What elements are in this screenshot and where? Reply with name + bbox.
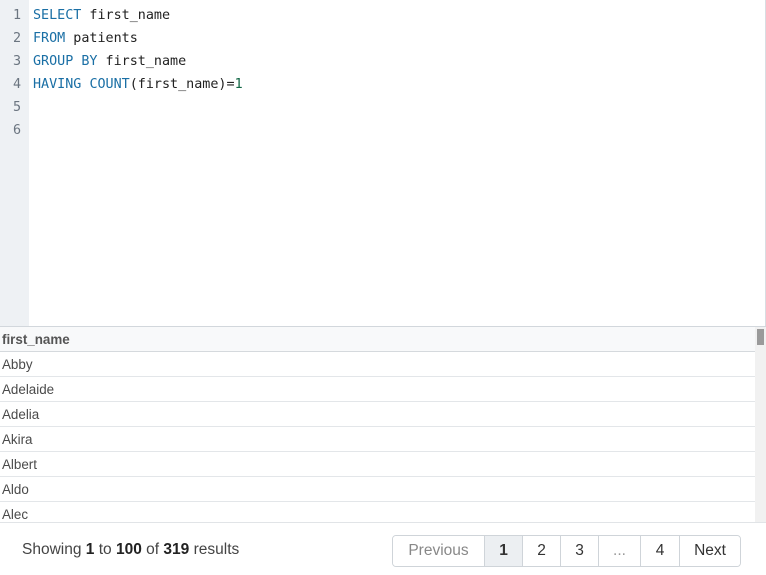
code-line[interactable]: 1 SELECT first_name: [0, 4, 766, 27]
code-line[interactable]: 6: [0, 119, 766, 142]
sql-keyword: COUNT: [89, 77, 130, 92]
results-panel: first_name Abby Adelaide Adelia Akira Al…: [0, 326, 766, 522]
sql-identifier: first_name: [81, 8, 171, 23]
summary-of-word: of: [146, 541, 160, 558]
table-row: Adelaide: [0, 377, 755, 402]
code-text[interactable]: SELECT first_name: [33, 4, 170, 27]
sql-editor[interactable]: 1 SELECT first_name 2 FROM patients 3 GROUP B…: [0, 0, 766, 326]
line-number: 5: [12, 100, 21, 115]
table-row: Akira: [0, 427, 755, 452]
code-line[interactable]: 4 HAVING COUNT(first_name)=1: [0, 73, 766, 96]
scrollbar-thumb[interactable]: [757, 329, 764, 345]
sql-keyword: FROM: [33, 31, 66, 46]
line-number: 6: [12, 123, 21, 138]
summary-to-word: to: [98, 541, 112, 558]
summary-to: 100: [115, 541, 142, 558]
code-line[interactable]: 2 FROM patients: [0, 27, 766, 50]
page-2-button[interactable]: 2: [522, 536, 560, 566]
page-1-button[interactable]: 1: [484, 536, 522, 566]
results-table: first_name Abby Adelaide Adelia Akira Al…: [0, 327, 755, 522]
code-line[interactable]: 3 GROUP BY first_name: [0, 50, 766, 73]
line-number: 2: [12, 31, 21, 46]
column-header-first-name[interactable]: first_name: [0, 327, 755, 352]
page-3-button[interactable]: 3: [560, 536, 598, 566]
sql-identifier: (first_name)=: [129, 77, 235, 92]
next-button[interactable]: Next: [679, 536, 740, 566]
code-text[interactable]: FROM patients: [33, 27, 138, 50]
summary-results-word: results: [193, 541, 240, 558]
previous-button[interactable]: Previous: [393, 536, 484, 566]
line-number: 1: [12, 8, 21, 23]
code-text[interactable]: GROUP BY first_name: [33, 50, 186, 73]
summary-from: 1: [85, 541, 95, 558]
table-row: Adelia: [0, 402, 755, 427]
results-summary: Showing 1 to 100 of 319 results: [22, 541, 239, 559]
pagination-ellipsis: ...: [598, 536, 640, 566]
table-row: Abby: [0, 352, 755, 377]
sql-keyword: SELECT: [33, 8, 82, 23]
sql-number: 1: [234, 77, 243, 92]
summary-showing: Showing: [22, 541, 82, 558]
table-row: Albert: [0, 452, 755, 477]
sql-identifier: first_name: [97, 54, 187, 69]
table-row: Alec: [0, 502, 755, 522]
sql-keyword: HAVING: [33, 77, 82, 92]
sql-identifier: patients: [65, 31, 138, 46]
summary-total: 319: [163, 541, 190, 558]
results-scrollbar[interactable]: [755, 327, 766, 522]
results-footer: Showing 1 to 100 of 319 results Previous…: [0, 522, 766, 575]
code-line[interactable]: 5: [0, 96, 766, 119]
line-number: 4: [12, 77, 21, 92]
sql-keyword: GROUP BY: [33, 54, 98, 69]
code-text[interactable]: HAVING COUNT(first_name)=1: [33, 73, 243, 96]
page-4-button[interactable]: 4: [640, 536, 679, 566]
table-row: Aldo: [0, 477, 755, 502]
pagination: Previous 1 2 3 ... 4 Next: [392, 535, 741, 567]
line-number: 3: [12, 54, 21, 69]
